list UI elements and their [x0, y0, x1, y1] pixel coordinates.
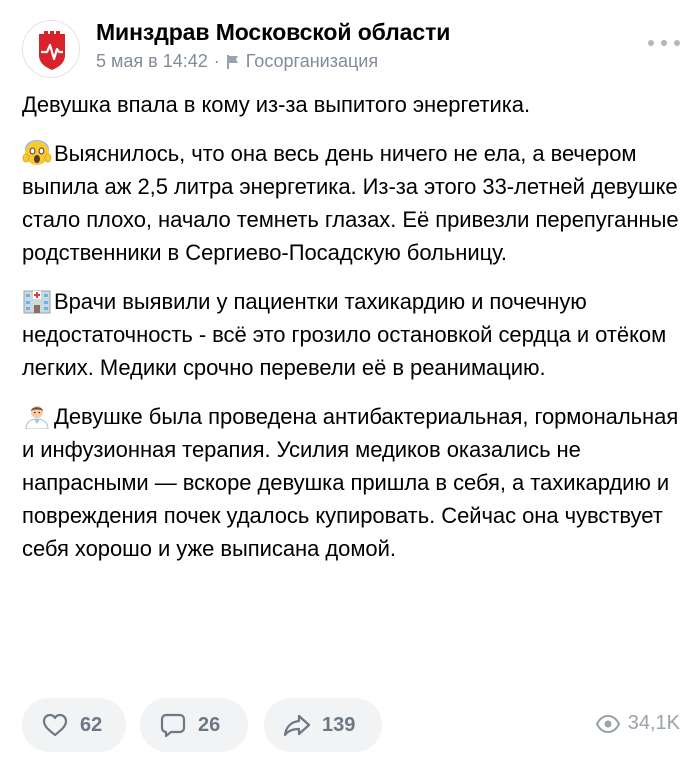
paragraph-text: Девушка впала в кому из-за выпитого энер…: [22, 92, 531, 117]
post-paragraph: Врачи выявили у пациентки тахикардию и п…: [22, 285, 682, 384]
views-counter: 34,1K: [595, 712, 680, 735]
meta-separator: ·: [213, 51, 220, 71]
paragraph-text: Девушке была проведена антибактериальная…: [22, 404, 679, 561]
heart-icon: [42, 713, 68, 737]
like-button[interactable]: 62: [22, 698, 126, 752]
post-paragraph: Выяснилось, что она весь день ничего не …: [22, 137, 682, 269]
views-count: 34,1K: [627, 712, 680, 734]
man-health-worker-icon: [25, 406, 49, 429]
more-dot: [661, 40, 667, 46]
comment-count: 26: [198, 713, 221, 736]
face-screaming-in-fear-icon: [22, 140, 52, 165]
post-paragraph: Девушке была проведена антибактериальная…: [22, 400, 682, 565]
post-paragraph: Девушка впала в кому из-за выпитого энер…: [22, 88, 682, 121]
avatar[interactable]: [22, 20, 80, 78]
comment-icon: [160, 713, 186, 738]
share-count: 139: [322, 713, 356, 736]
more-dot: [674, 40, 680, 46]
hospital-icon: [23, 290, 51, 314]
post-meta: 5 мая в 14:42 · Госорганизация: [96, 51, 378, 72]
more-dots-icon: [648, 40, 654, 46]
share-icon: [283, 714, 311, 737]
post-actions: 62 26 139 34,1K: [0, 698, 700, 758]
like-count: 62: [80, 713, 103, 736]
paragraph-text: Выяснилось, что она весь день ничего не …: [22, 141, 679, 265]
flag-icon: [226, 54, 238, 69]
post-header: Минздрав Московской области 5 мая в 14:4…: [0, 0, 700, 90]
post-date[interactable]: 5 мая в 14:42: [96, 51, 208, 72]
eye-icon: [595, 714, 620, 733]
author-type: Госорганизация: [245, 51, 379, 71]
share-button[interactable]: 139: [264, 698, 382, 752]
comment-button[interactable]: 26: [140, 698, 248, 752]
paragraph-text: Врачи выявили у пациентки тахикардию и п…: [22, 289, 667, 380]
more-options-button[interactable]: [648, 38, 680, 48]
post-text: Девушка впала в кому из-за выпитого энер…: [22, 88, 682, 581]
coat-of-arms-icon: [39, 31, 65, 70]
author-name[interactable]: Минздрав Московской области: [96, 19, 450, 46]
